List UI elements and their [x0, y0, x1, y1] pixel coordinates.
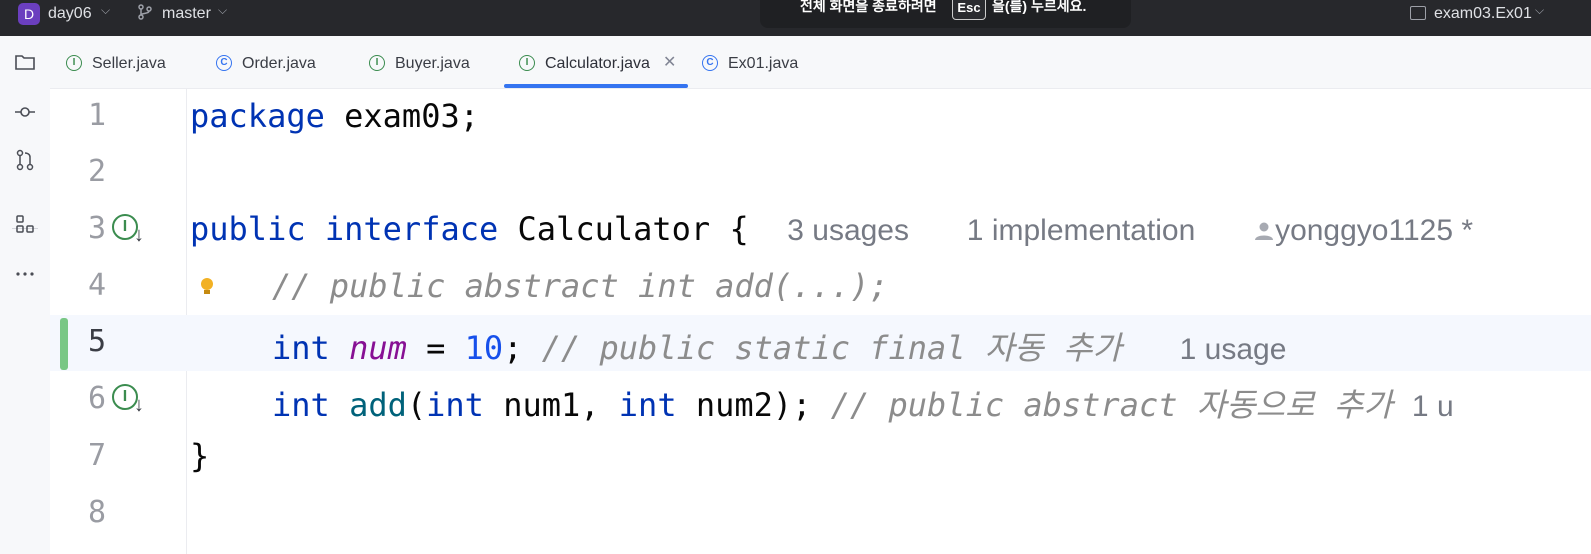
runnable-class-icon: C [702, 55, 718, 71]
structure-icon[interactable] [13, 212, 37, 236]
paren: ( [406, 386, 427, 424]
author-hint[interactable]: yonggyo1125 * [1275, 214, 1473, 247]
interface-icon: I [369, 55, 385, 71]
arrow-down-icon[interactable]: ↓ [134, 224, 144, 247]
line-number: 3 [87, 211, 106, 246]
tab-label: Buyer.java [395, 55, 470, 72]
param: num2); [676, 386, 812, 424]
chevron-down-icon[interactable]: ⌵ [218, 3, 227, 18]
git-branch-icon[interactable] [136, 3, 154, 21]
code-text[interactable]: int num = 10; // public static final 자동 … [272, 323, 1286, 369]
code-text[interactable]: public interface Calculator { 3 usages 1… [190, 210, 1473, 248]
line-number: 2 [87, 154, 106, 189]
keyword: public [190, 210, 306, 248]
implementations-hint[interactable]: 1 implementation [967, 214, 1195, 247]
pull-requests-icon[interactable] [13, 148, 37, 172]
fullscreen-exit-hint: 전체 화면을 종료하려면 Esc 을(를) 누르세요. [760, 0, 1131, 28]
interface-icon: I [66, 55, 82, 71]
tab-label: Ex01.java [728, 55, 799, 72]
tab-label: Seller.java [92, 55, 166, 72]
line-number: 7 [87, 438, 106, 473]
code-line-4[interactable]: 4 // public abstract int add(...); [50, 259, 1591, 315]
run-config-name[interactable]: exam03.Ex01 [1434, 5, 1532, 23]
commit-icon[interactable] [13, 100, 37, 124]
active-tab-indicator [504, 84, 688, 88]
chevron-down-icon[interactable]: ⌵ [1535, 3, 1544, 18]
arrow-down-icon[interactable]: ↓ [134, 394, 144, 417]
code-text[interactable]: int add(int num1, int num2); // public a… [272, 380, 1454, 426]
user-icon [1255, 222, 1274, 240]
run-config-icon[interactable] [1410, 6, 1426, 20]
editor-tab-bar: I Seller.java C Order.java I Buyer.java … [50, 36, 1591, 89]
folder-icon[interactable] [13, 50, 37, 74]
comment: // public static final 자동 추가 [522, 329, 1122, 367]
code-line-8[interactable]: 8 [50, 486, 1591, 542]
esc-key-badge: Esc [952, 0, 986, 20]
package-name: exam03; [324, 97, 479, 135]
line-number: 6 [87, 381, 106, 416]
keyword: int [426, 386, 484, 424]
code-text[interactable]: // public abstract int add(...); [272, 267, 889, 305]
code-editor[interactable]: 1 package exam03; 2 3 I ↓ public interfa… [50, 89, 1591, 554]
code-text[interactable]: } [190, 437, 209, 475]
code-text[interactable]: package exam03; [190, 97, 479, 135]
project-badge[interactable]: D [18, 3, 40, 25]
branch-name[interactable]: master [162, 5, 211, 23]
number-literal: 10 [464, 329, 504, 367]
line-number: 5 [87, 324, 106, 359]
chevron-down-icon[interactable]: ⌵ [101, 3, 110, 18]
interface-icon: I [519, 55, 535, 71]
usages-hint[interactable]: 1 usage [1180, 333, 1287, 366]
code-line-1[interactable]: 1 package exam03; [50, 89, 1591, 145]
tab-label: Order.java [242, 55, 316, 72]
usages-hint[interactable]: 3 usages [787, 214, 909, 247]
keyword: int [272, 386, 330, 424]
project-name[interactable]: day06 [48, 5, 92, 23]
semicolon: ; [503, 329, 523, 367]
code-line-6[interactable]: 6 I ↓ int add(int num1, int num2); // pu… [50, 372, 1591, 428]
usages-hint[interactable]: 1 u [1412, 390, 1454, 423]
method-name: add [349, 386, 407, 424]
fullscreen-hint-text-after: 을(를) 누르세요. [992, 0, 1087, 14]
code-line-3[interactable]: 3 I ↓ public interface Calculator { 3 us… [50, 202, 1591, 258]
comment: // public abstract 자동으로 추가 [811, 386, 1393, 424]
line-number: 8 [87, 495, 106, 530]
param: num1, [483, 386, 619, 424]
line-number: 4 [87, 268, 106, 303]
interface-name: Calculator { [498, 210, 749, 248]
keyword: package [190, 97, 325, 135]
code-line-2[interactable]: 2 [50, 145, 1591, 201]
fullscreen-hint-text: 전체 화면을 종료하려면 [800, 0, 937, 14]
comment: // public abstract int add(...); [272, 267, 889, 305]
line-number: 1 [87, 98, 106, 133]
tool-window-strip [0, 36, 51, 554]
close-icon[interactable]: ✕ [663, 52, 676, 72]
class-icon: C [216, 55, 232, 71]
operator: = [406, 329, 465, 367]
keyword: int [272, 329, 330, 367]
more-icon[interactable] [13, 262, 37, 286]
keyword: interface [324, 210, 499, 248]
code-line-5[interactable]: 5 int num = 10; // public static final 자… [50, 315, 1591, 371]
title-bar: D day06 ⌵ master ⌵ 전체 화면을 종료하려면 Esc 을(를)… [0, 0, 1591, 36]
code-line-7[interactable]: 7 } [50, 429, 1591, 485]
tab-label: Calculator.java [545, 55, 650, 72]
keyword: int [618, 386, 677, 424]
field-name: num [349, 329, 407, 367]
lightbulb-icon[interactable] [198, 275, 216, 301]
